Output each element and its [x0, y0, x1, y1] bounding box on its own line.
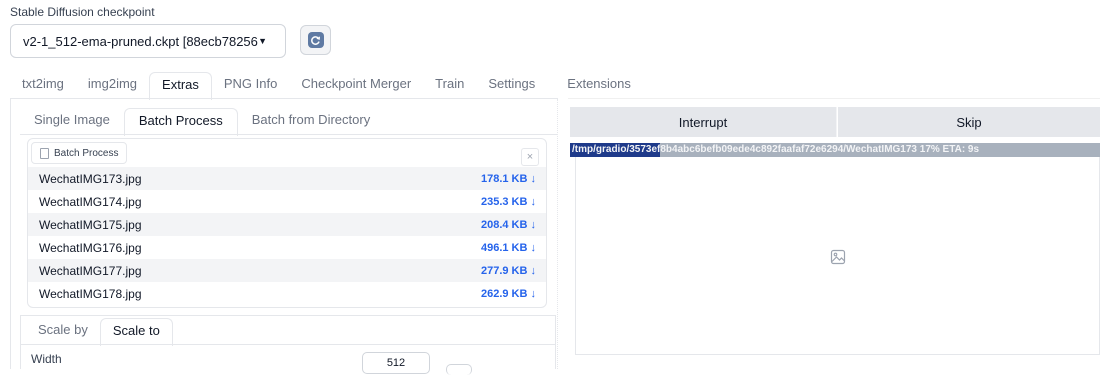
skip-button[interactable]: Skip	[838, 107, 1100, 137]
tab-checkpoint-merger[interactable]: Checkpoint Merger	[289, 72, 423, 98]
file-icon	[40, 147, 49, 159]
tab-png-info[interactable]: PNG Info	[212, 72, 289, 98]
width-label: Width	[31, 352, 62, 366]
checkpoint-value: v2-1_512-ema-pruned.ckpt [88ecb78256]	[23, 33, 259, 49]
tab-train[interactable]: Train	[423, 72, 476, 98]
file-download-link[interactable]: 235.3 KB ↓	[481, 196, 536, 208]
checkpoint-select[interactable]: v2-1_512-ema-pruned.ckpt [88ecb78256] ▼	[10, 24, 286, 58]
subtabs-divider	[20, 134, 558, 135]
tab-scale-to[interactable]: Scale to	[99, 318, 173, 346]
file-row: WechatIMG176.jpg 496.1 KB ↓	[28, 236, 546, 259]
refresh-icon	[307, 32, 324, 48]
file-name: WechatIMG178.jpg	[39, 286, 142, 301]
file-name: WechatIMG177.jpg	[39, 263, 142, 278]
file-download-link[interactable]: 208.4 KB ↓	[481, 219, 536, 231]
file-download-link[interactable]: 178.1 KB ↓	[481, 173, 536, 185]
file-name: WechatIMG174.jpg	[39, 194, 142, 209]
refresh-checkpoint-button[interactable]	[300, 25, 331, 55]
file-row: WechatIMG177.jpg 277.9 KB ↓	[28, 259, 546, 282]
file-name: WechatIMG175.jpg	[39, 217, 142, 232]
tab-single-image[interactable]: Single Image	[20, 108, 124, 134]
batch-process-chip: Batch Process	[31, 142, 128, 164]
width-input[interactable]: 512	[362, 352, 430, 374]
clear-files-button[interactable]: ×	[521, 148, 539, 166]
tab-batch-process[interactable]: Batch Process	[123, 108, 238, 136]
file-download-link[interactable]: 496.1 KB ↓	[481, 242, 536, 254]
file-download-link[interactable]: 262.9 KB ↓	[481, 288, 536, 300]
file-row: WechatIMG174.jpg 235.3 KB ↓	[28, 190, 546, 213]
swap-dimensions-button[interactable]	[446, 364, 472, 375]
main-tabs: txt2img img2img Extras PNG Info Checkpoi…	[10, 72, 643, 100]
file-name: WechatIMG173.jpg	[39, 171, 142, 186]
file-row: WechatIMG178.jpg 262.9 KB ↓	[28, 282, 546, 305]
extras-sub-tabs: Single Image Batch Process Batch from Di…	[20, 108, 384, 136]
interrupt-button[interactable]: Interrupt	[570, 107, 837, 137]
tab-scale-by[interactable]: Scale by	[26, 318, 100, 344]
file-row: WechatIMG175.jpg 208.4 KB ↓	[28, 213, 546, 236]
tabs-divider-right	[568, 98, 1100, 99]
tab-extensions[interactable]: Extensions	[555, 72, 643, 98]
tab-txt2img[interactable]: txt2img	[10, 72, 76, 98]
tab-img2img[interactable]: img2img	[76, 72, 149, 98]
checkpoint-label: Stable Diffusion checkpoint	[10, 5, 155, 19]
scaletabs-divider	[20, 344, 556, 345]
progress-text: /tmp/gradio/3573ef8b4abc6befb09ede4c892f…	[572, 144, 980, 155]
dropdown-caret-icon: ▼	[258, 36, 267, 46]
tab-batch-from-directory[interactable]: Batch from Directory	[238, 108, 384, 134]
image-placeholder-icon	[830, 249, 846, 265]
file-row: WechatIMG173.jpg 178.1 KB ↓	[28, 167, 546, 190]
file-name: WechatIMG176.jpg	[39, 240, 142, 255]
file-download-link[interactable]: 277.9 KB ↓	[481, 265, 536, 277]
tab-extras[interactable]: Extras	[149, 72, 212, 100]
batch-chip-label: Batch Process	[54, 147, 119, 159]
file-list: WechatIMG173.jpg 178.1 KB ↓ WechatIMG174…	[28, 167, 546, 305]
scale-tabs: Scale by Scale to	[26, 318, 173, 346]
progress-bar: /tmp/gradio/3573ef8b4abc6befb09ede4c892f…	[570, 143, 1100, 157]
tab-settings[interactable]: Settings	[476, 72, 547, 98]
